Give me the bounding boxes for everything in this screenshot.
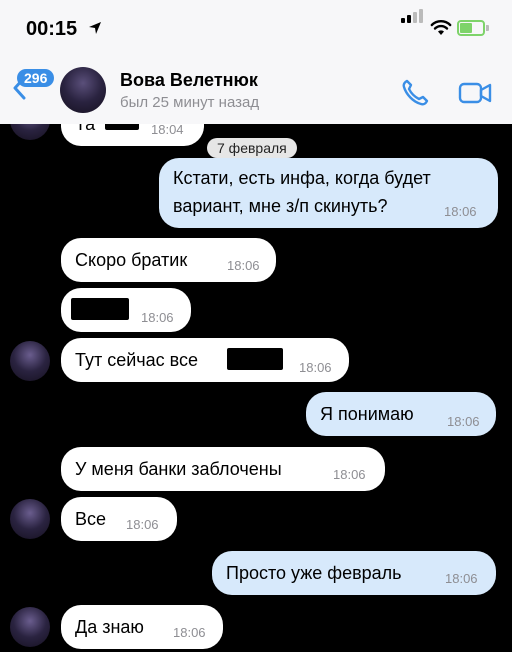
battery-icon [457,20,485,36]
message-bubble-incoming[interactable]: Скоро братик 18:06 [61,238,276,282]
message-time: 18:06 [447,414,480,429]
message-time: 18:04 [151,124,184,137]
message-bubble-incoming[interactable]: У меня банки заблочены 18:06 [61,447,385,491]
last-seen-status: был 25 минут назад [120,94,260,111]
phone-icon[interactable] [400,78,430,108]
redacted-block [227,348,283,370]
chat-area[interactable]: Та 18:04 7 февраля Кстати, есть инфа, ко… [0,124,512,652]
message-bubble-outgoing[interactable]: Я понимаю 18:06 [306,392,496,436]
message-time: 18:06 [333,467,366,482]
top-bar: 00:15 296 Вова Велетнюк был 25 минут наз… [0,0,512,124]
avatar [10,499,50,539]
date-divider: 7 февраля [207,138,297,158]
message-text: Да знаю [75,617,144,637]
message-bubble-incoming[interactable]: Да знаю 18:06 [61,605,223,649]
message-time: 18:06 [445,571,478,586]
message-bubble-outgoing[interactable]: Кстати, есть инфа, когда будет вариант, … [159,158,498,228]
message-text-line-2: вариант, мне з/п скинуть? [173,196,388,216]
message-bubble-incoming[interactable]: Тут сейчас все 18:06 [61,338,349,382]
message-text: Та [75,124,96,134]
message-bubble-outgoing[interactable]: Просто уже февраль 18:06 [212,551,496,595]
message-text: У меня банки заблочены [75,459,282,479]
message-text: Скоро братик [75,250,188,270]
redacted-block [71,298,129,320]
contact-avatar[interactable] [60,67,106,113]
message-text: Просто уже февраль [226,563,402,583]
message-time: 18:06 [444,204,477,219]
message-text: Все [75,509,107,529]
message-time: 18:06 [173,625,206,640]
contact-name[interactable]: Вова Велетнюк [120,70,258,91]
location-arrow-icon [89,22,101,34]
unread-count-badge[interactable]: 296 [17,69,55,87]
redacted-block [105,124,139,130]
status-time: 00:15 [26,18,78,40]
message-time: 18:06 [141,310,174,325]
message-text: Тут сейчас все [75,350,199,370]
message-bubble-incoming[interactable]: Все 18:06 [61,497,177,541]
message-text-line-1: Кстати, есть инфа, когда будет [173,168,431,188]
wifi-icon [430,20,452,35]
message-bubble-incoming[interactable]: Та 18:04 [61,124,204,146]
video-camera-icon[interactable] [458,80,492,106]
message-time: 18:06 [227,258,260,273]
message-time: 18:06 [126,517,159,532]
message-time: 18:06 [299,360,332,375]
avatar [10,341,50,381]
message-bubble-incoming[interactable]: 18:06 [61,288,191,332]
avatar [10,607,50,647]
message-text: Я понимаю [320,404,414,424]
battery-cap [486,25,489,31]
avatar [10,124,50,140]
